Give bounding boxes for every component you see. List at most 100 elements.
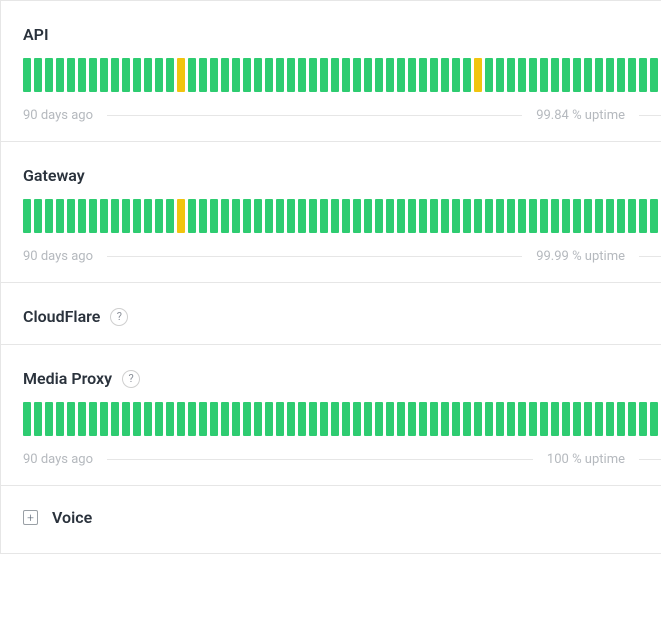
uptime-day-bar[interactable] bbox=[56, 199, 64, 233]
uptime-day-bar[interactable] bbox=[287, 58, 295, 92]
uptime-day-bar[interactable] bbox=[34, 402, 42, 436]
uptime-day-bar[interactable] bbox=[155, 58, 163, 92]
uptime-day-bar[interactable] bbox=[78, 58, 86, 92]
uptime-day-bar[interactable] bbox=[430, 58, 438, 92]
uptime-day-bar[interactable] bbox=[276, 402, 284, 436]
uptime-day-bar[interactable] bbox=[628, 58, 636, 92]
uptime-day-bar[interactable] bbox=[408, 199, 416, 233]
uptime-day-bar[interactable] bbox=[298, 402, 306, 436]
uptime-day-bar[interactable] bbox=[617, 58, 625, 92]
uptime-day-bar[interactable] bbox=[320, 199, 328, 233]
uptime-day-bar[interactable] bbox=[276, 58, 284, 92]
uptime-day-bar[interactable] bbox=[474, 402, 482, 436]
uptime-day-bar[interactable] bbox=[177, 402, 185, 436]
uptime-day-bar[interactable] bbox=[540, 58, 548, 92]
uptime-day-bar[interactable] bbox=[89, 402, 97, 436]
uptime-day-bar[interactable] bbox=[298, 199, 306, 233]
uptime-day-bar[interactable] bbox=[584, 58, 592, 92]
uptime-day-bar[interactable] bbox=[562, 199, 570, 233]
uptime-day-bar[interactable] bbox=[573, 58, 581, 92]
uptime-day-bar[interactable] bbox=[34, 199, 42, 233]
uptime-day-bar[interactable] bbox=[177, 199, 185, 233]
uptime-day-bar[interactable] bbox=[100, 58, 108, 92]
uptime-day-bar[interactable] bbox=[188, 402, 196, 436]
uptime-day-bar[interactable] bbox=[430, 199, 438, 233]
uptime-day-bar[interactable] bbox=[331, 402, 339, 436]
uptime-day-bar[interactable] bbox=[650, 199, 658, 233]
uptime-day-bar[interactable] bbox=[375, 58, 383, 92]
uptime-day-bar[interactable] bbox=[518, 199, 526, 233]
uptime-day-bar[interactable] bbox=[199, 199, 207, 233]
uptime-day-bar[interactable] bbox=[78, 199, 86, 233]
uptime-day-bar[interactable] bbox=[67, 199, 75, 233]
uptime-day-bar[interactable] bbox=[408, 58, 416, 92]
uptime-day-bar[interactable] bbox=[353, 58, 361, 92]
uptime-day-bar[interactable] bbox=[177, 58, 185, 92]
uptime-day-bar[interactable] bbox=[452, 402, 460, 436]
uptime-day-bar[interactable] bbox=[133, 58, 141, 92]
uptime-day-bar[interactable] bbox=[397, 199, 405, 233]
uptime-day-bar[interactable] bbox=[254, 402, 262, 436]
uptime-day-bar[interactable] bbox=[386, 58, 394, 92]
uptime-day-bar[interactable] bbox=[606, 199, 614, 233]
uptime-day-bar[interactable] bbox=[265, 402, 273, 436]
uptime-day-bar[interactable] bbox=[639, 402, 647, 436]
uptime-day-bar[interactable] bbox=[188, 58, 196, 92]
uptime-day-bar[interactable] bbox=[606, 402, 614, 436]
uptime-day-bar[interactable] bbox=[353, 199, 361, 233]
uptime-day-bar[interactable] bbox=[221, 402, 229, 436]
uptime-day-bar[interactable] bbox=[650, 402, 658, 436]
uptime-day-bar[interactable] bbox=[540, 402, 548, 436]
uptime-day-bar[interactable] bbox=[595, 58, 603, 92]
group-header[interactable]: +Voice bbox=[23, 508, 661, 527]
uptime-day-bar[interactable] bbox=[584, 199, 592, 233]
uptime-day-bar[interactable] bbox=[210, 199, 218, 233]
help-icon[interactable]: ? bbox=[110, 308, 128, 326]
uptime-day-bar[interactable] bbox=[507, 58, 515, 92]
uptime-day-bar[interactable] bbox=[144, 58, 152, 92]
uptime-day-bar[interactable] bbox=[155, 199, 163, 233]
uptime-day-bar[interactable] bbox=[287, 402, 295, 436]
uptime-day-bar[interactable] bbox=[210, 58, 218, 92]
uptime-day-bar[interactable] bbox=[595, 199, 603, 233]
uptime-day-bar[interactable] bbox=[243, 402, 251, 436]
uptime-day-bar[interactable] bbox=[199, 402, 207, 436]
uptime-day-bar[interactable] bbox=[298, 58, 306, 92]
uptime-day-bar[interactable] bbox=[485, 199, 493, 233]
uptime-day-bar[interactable] bbox=[419, 402, 427, 436]
uptime-day-bar[interactable] bbox=[496, 199, 504, 233]
uptime-day-bar[interactable] bbox=[188, 199, 196, 233]
uptime-day-bar[interactable] bbox=[100, 199, 108, 233]
uptime-day-bar[interactable] bbox=[254, 58, 262, 92]
uptime-day-bar[interactable] bbox=[375, 402, 383, 436]
uptime-day-bar[interactable] bbox=[562, 58, 570, 92]
uptime-day-bar[interactable] bbox=[100, 402, 108, 436]
uptime-day-bar[interactable] bbox=[254, 199, 262, 233]
uptime-day-bar[interactable] bbox=[122, 402, 130, 436]
uptime-day-bar[interactable] bbox=[639, 199, 647, 233]
uptime-day-bar[interactable] bbox=[595, 402, 603, 436]
uptime-day-bar[interactable] bbox=[342, 199, 350, 233]
uptime-day-bar[interactable] bbox=[452, 199, 460, 233]
uptime-day-bar[interactable] bbox=[133, 199, 141, 233]
uptime-day-bar[interactable] bbox=[397, 402, 405, 436]
uptime-day-bar[interactable] bbox=[56, 402, 64, 436]
uptime-day-bar[interactable] bbox=[485, 58, 493, 92]
uptime-day-bar[interactable] bbox=[67, 402, 75, 436]
uptime-day-bar[interactable] bbox=[573, 199, 581, 233]
uptime-day-bar[interactable] bbox=[89, 199, 97, 233]
uptime-day-bar[interactable] bbox=[650, 58, 658, 92]
uptime-day-bar[interactable] bbox=[232, 58, 240, 92]
uptime-day-bar[interactable] bbox=[144, 402, 152, 436]
uptime-day-bar[interactable] bbox=[430, 402, 438, 436]
uptime-day-bar[interactable] bbox=[452, 58, 460, 92]
uptime-day-bar[interactable] bbox=[386, 199, 394, 233]
uptime-day-bar[interactable] bbox=[639, 58, 647, 92]
uptime-day-bar[interactable] bbox=[111, 199, 119, 233]
uptime-day-bar[interactable] bbox=[606, 58, 614, 92]
uptime-day-bar[interactable] bbox=[463, 199, 471, 233]
help-icon[interactable]: ? bbox=[122, 370, 140, 388]
uptime-day-bar[interactable] bbox=[419, 199, 427, 233]
uptime-day-bar[interactable] bbox=[584, 402, 592, 436]
uptime-day-bar[interactable] bbox=[617, 199, 625, 233]
